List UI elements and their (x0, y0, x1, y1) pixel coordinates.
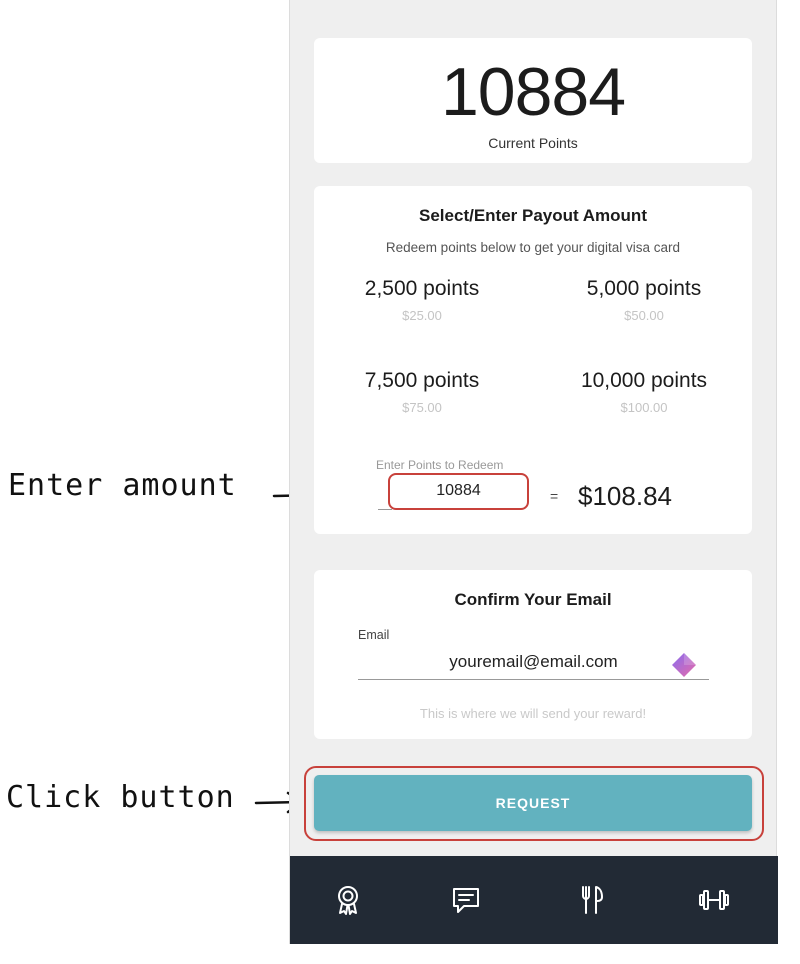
current-points-value: 10884 (440, 54, 626, 130)
payout-option-7500[interactable]: 7,500 points $75.00 (322, 368, 522, 415)
email-label: Email (358, 628, 390, 642)
current-points-card: 10884 Current Points (314, 38, 752, 163)
option-points: 2,500 points (364, 277, 480, 300)
confirm-email-card: Confirm Your Email Email youremail@email… (314, 570, 752, 739)
email-helper-text: This is where we will send your reward! (419, 706, 647, 721)
option-usd: $25.00 (402, 308, 442, 323)
option-usd: $50.00 (624, 308, 664, 323)
payout-option-2500[interactable]: 2,500 points $25.00 (322, 276, 522, 323)
annotation-enter-amount: Enter amount (8, 468, 237, 503)
payout-subtitle: Redeem points below to get your digital … (385, 240, 681, 255)
fork-knife-icon (582, 886, 603, 914)
enter-points-underline (378, 509, 392, 510)
award-ribbon-icon (338, 886, 358, 915)
chat-message-icon (453, 888, 479, 913)
nav-item-food[interactable] (572, 880, 612, 920)
option-usd: $75.00 (402, 400, 442, 415)
enter-points-input[interactable]: 10884 (388, 473, 529, 510)
phone-screen: 10884 Current Points Select/Enter Payout… (289, 0, 778, 944)
payout-option-5000[interactable]: 5,000 points $50.00 (544, 276, 744, 323)
option-points: 7,500 points (364, 369, 480, 392)
bottom-nav (290, 856, 778, 944)
enter-points-label: Enter Points to Redeem (376, 458, 504, 472)
payout-option-10000[interactable]: 10,000 points $100.00 (544, 368, 744, 415)
payout-card: Select/Enter Payout Amount Redeem points… (314, 186, 752, 534)
option-points: 10,000 points (580, 369, 708, 392)
equals-sign: = (550, 488, 559, 504)
option-points: 5,000 points (586, 277, 702, 300)
gem-icon[interactable] (670, 651, 698, 679)
annotation-click-button: Click button (6, 780, 235, 815)
nav-item-rewards[interactable] (328, 880, 368, 920)
dumbbell-icon (699, 890, 729, 910)
email-field[interactable]: youremail@email.com (358, 650, 709, 680)
payout-title: Select/Enter Payout Amount (419, 206, 647, 225)
current-points-label: Current Points (488, 135, 578, 151)
confirm-email-title: Confirm Your Email (454, 590, 612, 609)
option-usd: $100.00 (620, 400, 668, 415)
nav-item-fitness[interactable] (694, 880, 734, 920)
request-button[interactable]: REQUEST (314, 775, 752, 831)
nav-item-messages[interactable] (446, 880, 486, 920)
usd-equivalent: $108.84 (578, 481, 672, 511)
